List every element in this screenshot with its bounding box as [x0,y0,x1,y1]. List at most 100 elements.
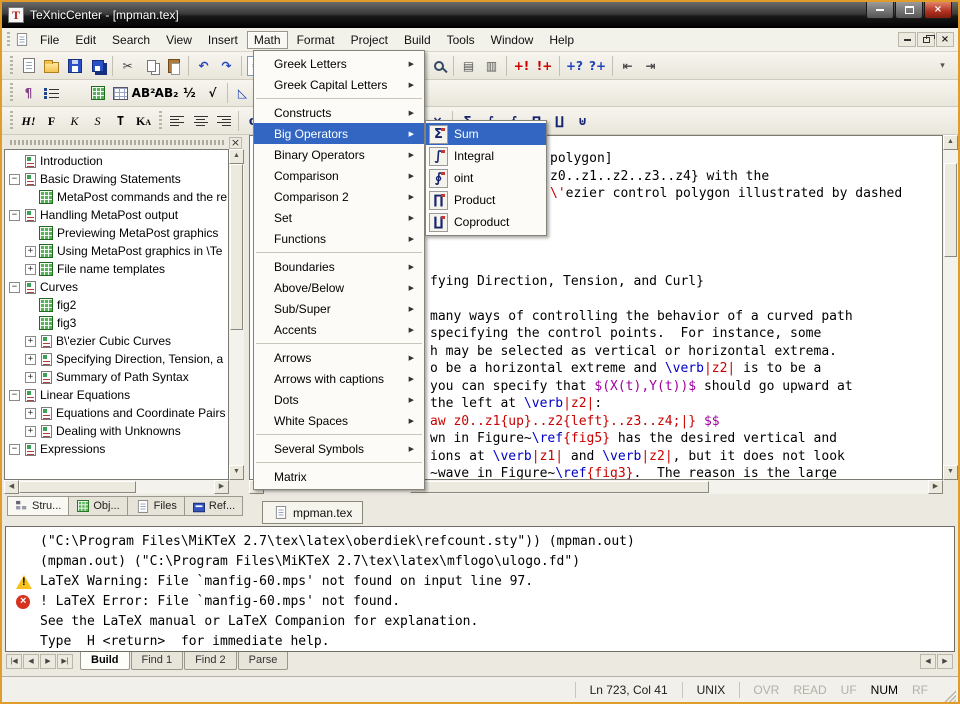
resize-grip[interactable] [943,689,956,702]
output-tab-find-1[interactable]: Find 1 [131,652,184,670]
tree-item[interactable]: −Linear Equations [5,386,228,404]
output-tab-parse[interactable]: Parse [238,652,289,670]
menu-math[interactable]: Math [247,31,288,49]
next-warning-button[interactable]: ?+ [586,55,609,77]
next-mark-button[interactable]: ⇥ [639,55,662,77]
mdi-document-icon[interactable] [17,33,27,46]
style-smallcaps-button[interactable]: Ka [132,110,155,132]
new-document-button[interactable] [17,55,40,77]
tree-item[interactable]: Introduction [5,152,228,170]
menu-project[interactable]: Project [344,31,395,49]
tree-item[interactable]: +Using MetaPost graphics in \Te [5,242,228,260]
output-nav-first-button[interactable]: |◀ [6,654,22,669]
menu-item-comparison[interactable]: Comparison▶ [254,165,424,186]
insert-enumerate-button[interactable] [63,82,86,104]
output-nav-last-button[interactable]: ▶| [57,654,73,669]
style-emph-button[interactable]: H! [17,110,40,132]
menu-edit[interactable]: Edit [68,31,103,49]
scroll-down-icon[interactable]: ▼ [229,465,244,480]
tab-obj[interactable]: Obj... [68,496,127,516]
tree-expander-plus[interactable]: + [25,354,36,365]
undo-button[interactable]: ↶ [192,55,215,77]
pane-close-button[interactable]: × [229,137,242,149]
toolbar-grip[interactable] [10,56,13,76]
submenu-item-integral[interactable]: ∫Integral [426,145,546,167]
align-right-button[interactable] [212,110,235,132]
scrollbar-thumb[interactable] [944,163,957,258]
insert-table-button[interactable] [109,82,132,104]
mdi-restore-button[interactable] [917,32,935,47]
submenu-item-oint[interactable]: ∮oint [426,167,546,189]
toolbar-grip[interactable] [159,111,162,131]
menu-tools[interactable]: Tools [440,31,482,49]
scroll-right-icon[interactable]: ▶ [928,480,943,494]
tree-expander-plus[interactable]: + [25,246,36,257]
tree-item[interactable]: −Handling MetaPost output [5,206,228,224]
tree-vertical-scrollbar[interactable]: ▲ ▼ [229,149,244,480]
style-typewriter-button[interactable]: T [109,110,132,132]
style-italic-button[interactable]: K [63,110,86,132]
output-tab-find-2[interactable]: Find 2 [184,652,237,670]
tree-expander-minus[interactable]: − [9,282,20,293]
maximize-button[interactable] [895,2,923,19]
output-nav-next-button[interactable]: ▶ [40,654,56,669]
paste-button[interactable] [162,55,185,77]
menu-item-arrows-with-captions[interactable]: Arrows with captions▶ [254,368,424,389]
menu-insert[interactable]: Insert [201,31,245,49]
tree-expander-minus[interactable]: − [9,444,20,455]
tree-item[interactable]: −Basic Drawing Statements [5,170,228,188]
mdi-close-button[interactable]: × [936,32,954,47]
redo-button[interactable]: ↷ [215,55,238,77]
bigop-coproduct-button[interactable]: ∐ [548,110,571,132]
toolbar-overflow-button[interactable]: ▾ [931,55,954,77]
tree-expander-plus[interactable]: + [25,372,36,383]
tree-expander-minus[interactable]: − [9,210,20,221]
menu-build[interactable]: Build [397,31,438,49]
document-tab-mpman-tex[interactable]: mpman.tex [262,501,363,524]
scrollbar-track[interactable] [229,164,244,465]
submenu-item-sum[interactable]: ΣSum [426,123,546,145]
menu-help[interactable]: Help [542,31,581,49]
superscript-button[interactable]: AB² [132,82,155,104]
insert-image-button[interactable] [86,82,109,104]
scrollbar-thumb[interactable] [230,164,243,330]
bigop-biguplus-button[interactable]: ⊎ [571,110,594,132]
align-left-button[interactable] [166,110,189,132]
menu-item-comparison-2[interactable]: Comparison 2▶ [254,186,424,207]
menu-item-white-spaces[interactable]: White Spaces▶ [254,410,424,431]
copy-button[interactable] [139,55,162,77]
menu-item-big-operators[interactable]: Big Operators▶ [254,123,424,144]
toolbar-grip[interactable] [10,111,13,131]
insert-fraction-button[interactable]: ½ [178,82,201,104]
insert-itemize-button[interactable] [40,82,63,104]
tab-ref[interactable]: Ref... [184,496,243,516]
scrollbar-thumb[interactable] [410,481,709,493]
menubar-grip[interactable] [7,32,10,48]
tree-item[interactable]: +File name templates [5,260,228,278]
menu-item-binary-operators[interactable]: Binary Operators▶ [254,144,424,165]
menu-item-arrows[interactable]: Arrows▶ [254,347,424,368]
tab-scroll-right-button[interactable]: ▶ [937,654,953,669]
menu-view[interactable]: View [159,31,199,49]
menu-item-dots[interactable]: Dots▶ [254,389,424,410]
tree-item[interactable]: +Equations and Coordinate Pairs [5,404,228,422]
tree-item[interactable]: MetaPost commands and the re [5,188,228,206]
tree-expander-minus[interactable]: − [9,390,20,401]
minimize-button[interactable] [866,2,894,19]
align-center-button[interactable] [189,110,212,132]
scroll-up-icon[interactable]: ▲ [229,149,244,164]
output-tab-build[interactable]: Build [80,652,130,670]
scroll-up-icon[interactable]: ▲ [943,135,958,150]
menu-item-matrix[interactable]: Matrix [254,466,424,487]
open-document-button[interactable] [40,55,63,77]
insert-sqrt-button[interactable]: √ [201,82,224,104]
save-all-button[interactable] [86,55,109,77]
insert-environment-button[interactable]: ¶ [17,82,40,104]
menu-format[interactable]: Format [290,31,342,49]
prev-mark-button[interactable]: ⇤ [616,55,639,77]
menu-file[interactable]: File [33,31,66,49]
tree-expander-plus[interactable]: + [25,426,36,437]
menu-search[interactable]: Search [105,31,157,49]
editor-vertical-scrollbar[interactable]: ▲ ▼ [943,135,958,480]
view-output-button[interactable] [427,55,450,77]
